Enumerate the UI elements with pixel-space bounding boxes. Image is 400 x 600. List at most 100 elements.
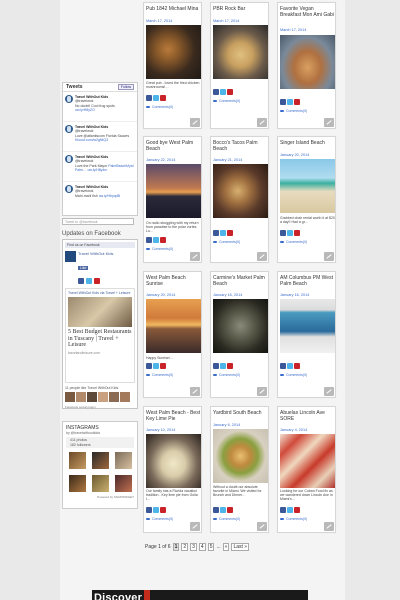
post-title[interactable]: West Palm Beach - Best Key Lime Pie [146, 410, 201, 422]
facebook-like-button[interactable]: Like [78, 266, 89, 270]
avatar[interactable] [87, 392, 97, 402]
comments-label[interactable]: Comments(0) [219, 373, 240, 377]
pinterest-icon[interactable] [294, 230, 300, 236]
edit-icon[interactable] [190, 118, 200, 127]
facebook-icon[interactable] [213, 230, 219, 236]
comments-label[interactable]: Comments(0) [219, 240, 240, 244]
post-image[interactable] [146, 25, 201, 79]
ad-banner-text[interactable]: Discover [94, 592, 142, 600]
tweet[interactable]: Travel WithOut Kids @travelwok Love @atl… [63, 122, 137, 152]
post-image[interactable] [280, 299, 335, 353]
tweet-input[interactable]: Tweet to @travelwok [62, 218, 134, 225]
comments-label[interactable]: Comments(0) [152, 105, 173, 109]
edit-icon[interactable] [190, 522, 200, 531]
page-link[interactable]: 2 [181, 543, 189, 551]
twitter-icon[interactable] [86, 278, 92, 284]
instagram-photo[interactable] [68, 452, 86, 469]
page-link[interactable]: 4 [198, 543, 206, 551]
facebook-icon[interactable] [280, 507, 286, 513]
comments-label[interactable]: Comments(0) [152, 247, 173, 251]
comments-link[interactable]: Comments(0) [213, 99, 240, 103]
pinterest-icon[interactable] [294, 363, 300, 369]
twitter-icon[interactable] [153, 237, 159, 243]
edit-icon[interactable] [190, 252, 200, 261]
edit-icon[interactable] [324, 387, 334, 396]
comments-link[interactable]: Comments(0) [146, 517, 173, 521]
comments-label[interactable]: Comments(0) [286, 373, 307, 377]
tweet-link[interactable]: ow.ly/H8yZO [75, 108, 95, 112]
avatar[interactable] [65, 392, 75, 402]
post-image[interactable] [146, 299, 201, 353]
edit-icon[interactable] [324, 118, 334, 127]
tweet[interactable]: Travel WithOut Kids @travelwok No doubt!… [63, 92, 137, 122]
post-title[interactable]: Pub 1842 Michael Mina [146, 6, 201, 12]
avatar[interactable] [98, 392, 108, 402]
instagram-user[interactable]: by @travelwithoutkids [66, 431, 134, 435]
twitter-icon[interactable] [287, 363, 293, 369]
post-title[interactable]: Good bye West Palm Beach [146, 140, 201, 152]
post-image[interactable] [146, 434, 201, 488]
comments-link[interactable]: Comments(0) [280, 517, 307, 521]
twitter-icon[interactable] [287, 507, 293, 513]
post-title[interactable]: Bocco's Tacos Palm Beach [213, 140, 268, 152]
post-title[interactable]: Abuelas Lincoln Ave SORE [280, 410, 335, 422]
avatar[interactable] [109, 392, 119, 402]
pinterest-icon[interactable] [227, 230, 233, 236]
facebook-page-name[interactable]: Travel WithOut Kids [78, 251, 113, 256]
post-title[interactable]: West Palm Beach Sunrise [146, 275, 201, 287]
facebook-icon[interactable] [280, 230, 286, 236]
post-image[interactable] [146, 164, 201, 218]
facebook-icon[interactable] [146, 363, 152, 369]
instagram-photo[interactable] [68, 475, 86, 492]
pinterest-icon[interactable] [227, 363, 233, 369]
avatar[interactable] [76, 392, 86, 402]
instagram-photo[interactable] [114, 475, 132, 492]
page-link[interactable]: 5 [207, 543, 215, 551]
comments-link[interactable]: Comments(0) [146, 247, 173, 251]
pinterest-icon[interactable] [294, 99, 300, 105]
edit-icon[interactable] [324, 522, 334, 531]
last-page-link[interactable]: Last » [231, 543, 250, 551]
post-image[interactable] [213, 299, 268, 353]
comments-label[interactable]: Comments(0) [286, 109, 307, 113]
comments-label[interactable]: Comments(0) [152, 517, 173, 521]
comments-link[interactable]: Comments(0) [280, 373, 307, 377]
edit-icon[interactable] [257, 387, 267, 396]
pinterest-icon[interactable] [94, 278, 100, 284]
comments-label[interactable]: Comments(0) [219, 99, 240, 103]
comments-link[interactable]: Comments(0) [280, 240, 307, 244]
post-image[interactable] [213, 164, 268, 218]
comments-label[interactable]: Comments(0) [286, 240, 307, 244]
pinterest-icon[interactable] [294, 507, 300, 513]
comments-link[interactable]: Comments(0) [146, 105, 173, 109]
facebook-post-title[interactable]: 5 Best Budget Restaurants in Tuscany | T… [68, 329, 132, 349]
ad-banner[interactable]: Discover [92, 590, 308, 600]
post-image[interactable] [280, 35, 335, 89]
twitter-icon[interactable] [153, 507, 159, 513]
next-page-link[interactable]: » [222, 543, 230, 551]
twitter-icon[interactable] [220, 363, 226, 369]
post-image[interactable] [280, 159, 335, 213]
facebook-post-meta[interactable]: Travel WithOut Kids via Travel + Leisure [68, 291, 132, 295]
edit-icon[interactable] [324, 252, 334, 261]
comments-link[interactable]: Comments(0) [146, 373, 173, 377]
comments-link[interactable]: Comments(0) [213, 373, 240, 377]
twitter-follow-button[interactable]: Follow [117, 84, 134, 90]
facebook-post-image[interactable] [68, 297, 132, 328]
comments-link[interactable]: Comments(0) [213, 517, 240, 521]
post-title[interactable]: Carmine's Market Palm Beach [213, 275, 268, 287]
page-logo[interactable] [65, 251, 76, 262]
facebook-icon[interactable] [146, 237, 152, 243]
twitter-icon[interactable] [220, 507, 226, 513]
comments-label[interactable]: Comments(0) [152, 373, 173, 377]
twitter-icon[interactable] [287, 99, 293, 105]
instagram-photo[interactable] [91, 452, 109, 469]
page-link-current[interactable]: 1 [172, 543, 180, 551]
edit-icon[interactable] [257, 252, 267, 261]
post-title[interactable]: Singer Island Beach [280, 140, 335, 146]
edit-icon[interactable] [190, 387, 200, 396]
facebook-icon[interactable] [213, 363, 219, 369]
comments-label[interactable]: Comments(0) [286, 517, 307, 521]
comments-link[interactable]: Comments(0) [280, 109, 307, 113]
facebook-icon[interactable] [213, 507, 219, 513]
